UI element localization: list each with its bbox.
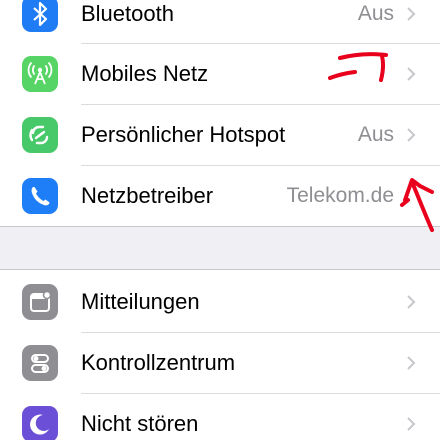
settings-row-label: Bluetooth: [81, 1, 174, 26]
settings-row-mitteilungen[interactable]: Mitteilungen: [0, 272, 440, 332]
settings-row-hotspot[interactable]: Persönlicher Hotspot Aus: [0, 105, 440, 165]
settings-row-bluetooth[interactable]: Bluetooth Aus: [0, 0, 440, 44]
chevron-right-icon: [407, 417, 416, 431]
settings-row-mobiles-netz[interactable]: Mobiles Netz: [0, 44, 440, 104]
chevron-right-icon: [407, 7, 416, 21]
section-gap: [0, 226, 440, 270]
moon-icon: [22, 406, 58, 440]
hotspot-icon: [22, 117, 58, 153]
settings-row-netzbetreiber[interactable]: Netzbetreiber Telekom.de: [0, 166, 440, 226]
settings-row-label: Nicht stören: [81, 411, 199, 436]
phone-icon: [22, 178, 58, 214]
settings-row-label: Mobiles Netz: [81, 61, 209, 86]
antenna-icon: [22, 56, 58, 92]
notifications-icon: [22, 284, 58, 320]
chevron-right-icon: [407, 67, 416, 81]
bluetooth-icon: [22, 0, 58, 32]
settings-row-label: Netzbetreiber: [81, 183, 214, 208]
chevron-right-icon: [407, 356, 416, 370]
settings-row-nicht-stoeren[interactable]: Nicht stören: [0, 394, 440, 440]
chevron-right-icon: [407, 128, 416, 142]
settings-row-label: Kontrollzentrum: [81, 350, 236, 375]
settings-row-label: Mitteilungen: [81, 289, 200, 314]
settings-row-value: Aus: [357, 123, 394, 146]
settings-row-label: Persönlicher Hotspot: [81, 122, 286, 147]
settings-row-value: Aus: [357, 2, 394, 25]
settings-row-value: Telekom.de: [286, 184, 394, 207]
control-center-icon: [22, 345, 58, 381]
chevron-right-icon: [407, 295, 416, 309]
settings-row-kontrollzentrum[interactable]: Kontrollzentrum: [0, 333, 440, 393]
